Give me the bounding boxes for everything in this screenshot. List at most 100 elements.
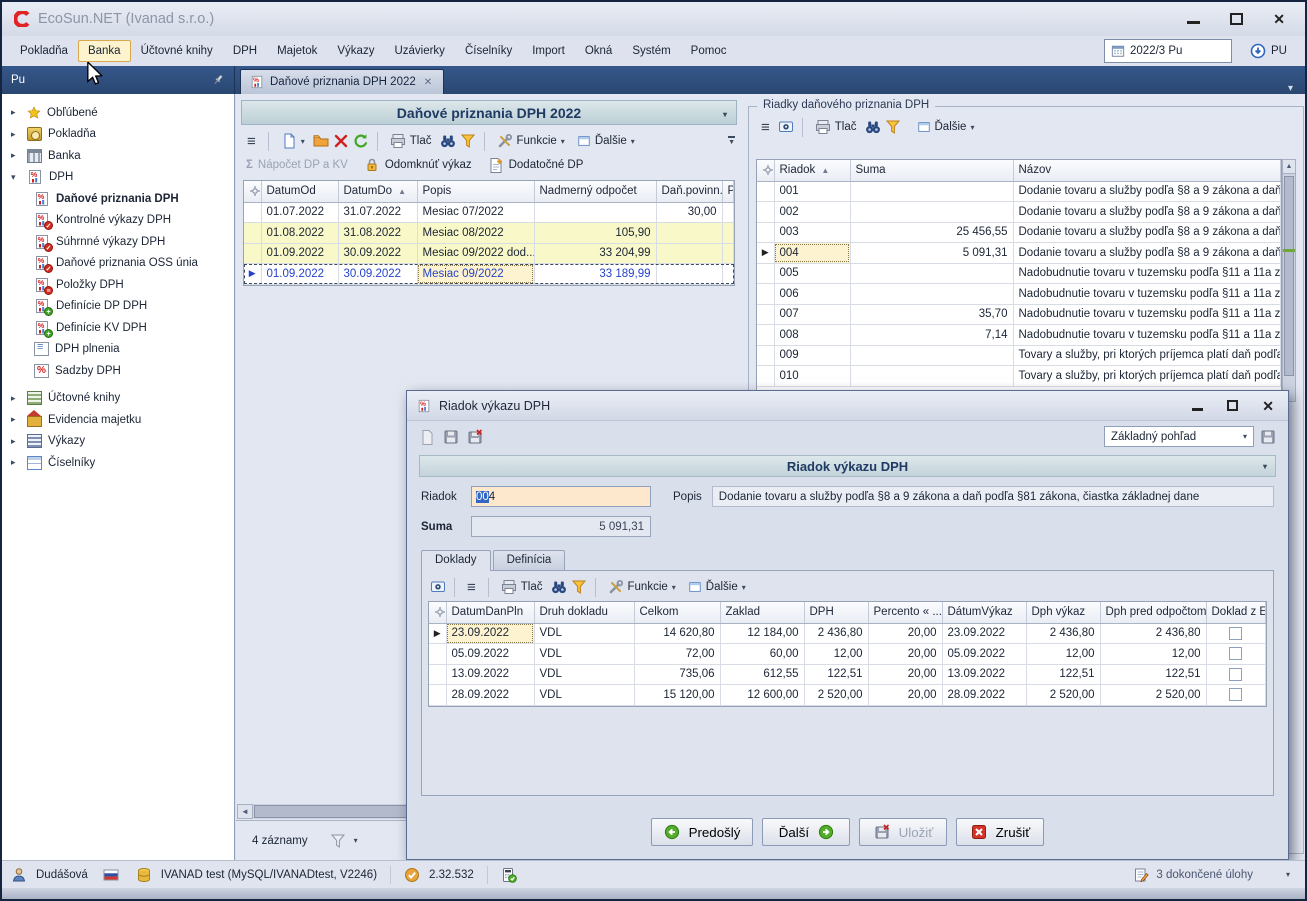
panel-menu-icon[interactable]: ▾ (723, 110, 727, 119)
pin-icon[interactable] (211, 73, 225, 87)
cell[interactable]: Nadobudnutie tovaru v tuzemsku podľa §11… (1013, 284, 1281, 305)
cell[interactable] (850, 284, 1013, 305)
sidebar-item-definicie-kv-dph[interactable]: +Definície KV DPH (2, 317, 234, 339)
cell[interactable]: Tovary a služby, pri ktorých príjemca pl… (1013, 366, 1281, 387)
tab-doklady[interactable]: Doklady (421, 550, 491, 571)
new-record-button[interactable]: ▾ (277, 131, 309, 151)
print-button[interactable]: Tlač (811, 117, 861, 137)
column-header[interactable]: Daň.povinn... (656, 181, 722, 202)
cell[interactable]: 25 456,55 (850, 222, 1013, 243)
cell[interactable]: VDL (534, 664, 634, 685)
cell[interactable] (722, 202, 734, 223)
cell[interactable]: 2 436,80 (804, 623, 868, 644)
column-chooser[interactable] (429, 602, 446, 623)
sidebar-item-banka[interactable]: ▸Banka (2, 145, 234, 167)
cell[interactable]: Nadobudnutie tovaru v tuzemsku podľa §11… (1013, 325, 1281, 346)
minimize-button[interactable] (1187, 14, 1200, 24)
erp-checkbox[interactable] (1229, 627, 1242, 640)
cell[interactable]: 30.09.2022 (338, 243, 417, 264)
save-button[interactable]: Uložiť (859, 818, 947, 846)
sidebar-item-danove-priznania-oss-unia[interactable]: ✓Daňové priznania OSS únia (2, 253, 234, 275)
cell[interactable]: 01.09.2022 (261, 264, 338, 285)
sidebar-item-sadzby-dph[interactable]: Sadzby DPH (2, 360, 234, 382)
column-header[interactable]: Druh dokladu (534, 602, 634, 623)
cell[interactable]: 005 (774, 263, 850, 284)
table-row[interactable]: 05.09.2022 VDL 72,00 60,00 12,00 20,00 0… (429, 644, 1266, 665)
cell[interactable]: 33 204,99 (534, 243, 656, 264)
header-menu-icon[interactable]: ▾ (1263, 462, 1267, 471)
cell[interactable]: 01.07.2022 (261, 202, 338, 223)
sidebar-item-danove-priznania-dph[interactable]: Daňové priznania DPH (2, 188, 234, 210)
toolbar-menu-icon[interactable]: ≡ (243, 133, 260, 150)
cell[interactable]: 003 (774, 222, 850, 243)
menu-item-okna[interactable]: Okná (575, 40, 623, 62)
cell[interactable]: 01.08.2022 (261, 223, 338, 244)
toolbar-menu-icon[interactable]: ≡ (463, 579, 480, 596)
filter-icon[interactable] (460, 133, 476, 149)
cell[interactable]: 15 120,00 (634, 685, 720, 706)
cell[interactable]: Dodanie tovaru a služby podľa §8 a 9 zák… (1013, 202, 1281, 223)
cell[interactable]: 05.09.2022 (446, 644, 534, 665)
erp-checkbox[interactable] (1229, 668, 1242, 681)
cell[interactable]: 006 (774, 284, 850, 305)
sidebar-item-oblubene[interactable]: ▸Obľúbené (2, 102, 234, 124)
sidebar-item-dph[interactable]: ▾DPH (2, 167, 234, 189)
expander-icon[interactable]: ▸ (11, 436, 21, 447)
delete-icon[interactable] (333, 133, 349, 149)
print-button[interactable]: Tlač (386, 131, 436, 151)
cell[interactable]: 12,00 (1026, 644, 1100, 665)
sidebar-item-uctovne-knihy[interactable]: ▸Účtovné knihy (2, 388, 234, 410)
column-header[interactable]: Dph výkaz (1026, 602, 1100, 623)
cell[interactable]: 28.09.2022 (942, 685, 1026, 706)
table-row-selected[interactable]: ▶ 23.09.2022 VDL 14 620,80 12 184,00 2 4… (429, 623, 1266, 644)
tabbar-overflow-icon[interactable]: ▾ (1288, 77, 1305, 94)
expander-icon[interactable]: ▸ (11, 393, 21, 404)
cell[interactable]: 13.09.2022 (942, 664, 1026, 685)
cell[interactable]: Dodanie tovaru a služby podľa §8 a 9 zák… (1013, 243, 1281, 264)
cell[interactable]: 105,90 (534, 223, 656, 244)
cell[interactable]: 33 189,99 (534, 264, 656, 285)
more-button[interactable]: Ďalšie▾ (684, 578, 750, 596)
pu-button[interactable]: PU (1246, 41, 1291, 61)
cell[interactable]: Dodanie tovaru a služby podľa §8 a 9 zák… (1013, 181, 1281, 202)
preview-icon[interactable] (430, 579, 446, 595)
cell[interactable] (850, 345, 1013, 366)
column-header[interactable]: Riadok▲ (774, 160, 850, 181)
table-row[interactable]: 010Tovary a služby, pri ktorých príjemca… (757, 366, 1281, 387)
cell[interactable] (722, 223, 734, 244)
functions-button[interactable]: Funkcie▾ (604, 577, 680, 597)
menu-item-vykazy[interactable]: Výkazy (327, 40, 384, 62)
erp-checkbox[interactable] (1229, 688, 1242, 701)
scroll-left-icon[interactable]: ◄ (237, 804, 253, 819)
period-selector[interactable]: 2022/3 Pu (1104, 39, 1232, 63)
cell[interactable] (722, 264, 734, 285)
expander-icon[interactable]: ▸ (11, 107, 21, 118)
menu-item-system[interactable]: Systém (622, 40, 680, 62)
column-header[interactable]: Popis (417, 181, 534, 202)
table-row[interactable]: 002Dodanie tovaru a služby podľa §8 a 9 … (757, 202, 1281, 223)
column-header[interactable]: DPH (804, 602, 868, 623)
sidebar-item-pokladna[interactable]: ▸Pokladňa (2, 124, 234, 146)
erp-checkbox[interactable] (1229, 647, 1242, 660)
cell[interactable]: 20,00 (868, 664, 942, 685)
column-header[interactable]: Percento « ... (868, 602, 942, 623)
cell[interactable] (850, 366, 1013, 387)
expander-icon[interactable]: ▸ (11, 414, 21, 425)
cell[interactable] (656, 243, 722, 264)
footer-filter-button[interactable]: ▾ (330, 833, 358, 849)
cell[interactable]: 2 520,00 (1100, 685, 1206, 706)
cell[interactable]: 2 436,80 (1100, 623, 1206, 644)
cell[interactable]: 12,00 (1100, 644, 1206, 665)
table-row[interactable]: 009Tovary a služby, pri ktorých príjemca… (757, 345, 1281, 366)
menu-item-dph[interactable]: DPH (223, 40, 267, 62)
maximize-button[interactable] (1230, 13, 1243, 25)
tab-danove-priznania-dph-2022[interactable]: Daňové priznania DPH 2022 ✕ (240, 69, 444, 94)
cell[interactable]: 12 600,00 (720, 685, 804, 706)
cell[interactable]: 20,00 (868, 685, 942, 706)
menu-item-majetok[interactable]: Majetok (267, 40, 327, 62)
table-row[interactable]: 005Nadobudnutie tovaru v tuzemsku podľa … (757, 263, 1281, 284)
minimize-button[interactable] (1192, 401, 1203, 411)
sidebar-item-kontrolne-vykazy-dph[interactable]: ✓Kontrolné výkazy DPH (2, 210, 234, 232)
expander-icon[interactable]: ▾ (11, 172, 21, 183)
column-header[interactable]: Doklad z ERP (1206, 602, 1266, 623)
